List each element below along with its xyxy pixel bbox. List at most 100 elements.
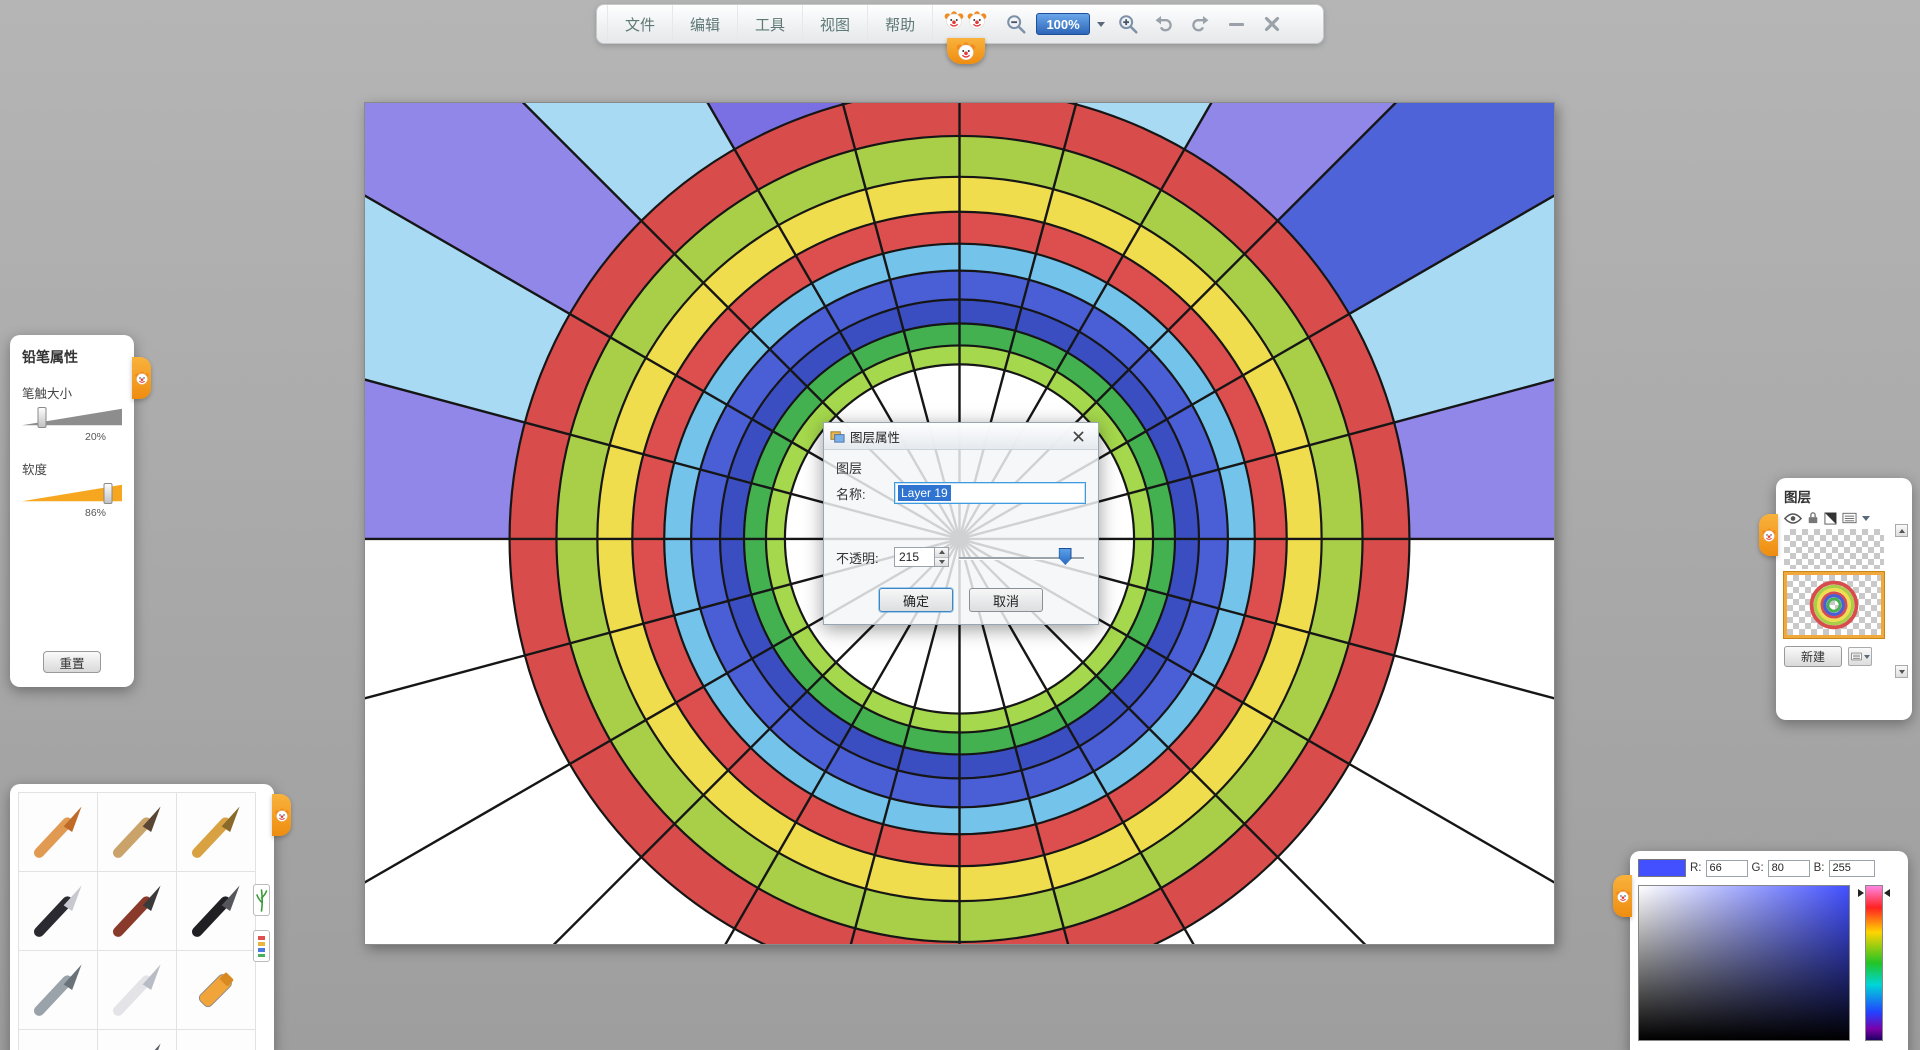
clown-icon xyxy=(966,9,988,31)
softness-value: 86% xyxy=(22,507,122,519)
tool-grid xyxy=(18,792,256,1050)
layer-item-selected[interactable] xyxy=(1784,572,1884,638)
menu-view[interactable]: 视图 xyxy=(803,5,868,43)
hue-slider[interactable] xyxy=(1859,885,1889,1041)
tool-palette-knife[interactable] xyxy=(98,951,176,1029)
tool-crayon[interactable] xyxy=(19,793,97,871)
zoom-in-button[interactable] xyxy=(1115,11,1141,37)
multi-color-marks-icon xyxy=(255,933,268,959)
hue-bar[interactable] xyxy=(1865,885,1883,1041)
brush-size-label: 笔触大小 xyxy=(22,383,122,402)
clown-icon xyxy=(943,9,965,31)
layer-list-menu-icon[interactable] xyxy=(1842,512,1857,524)
new-layer-button[interactable]: 新建 xyxy=(1784,646,1842,667)
undo-icon xyxy=(1153,13,1175,35)
palette-extra-tool-1[interactable] xyxy=(253,884,270,916)
opacity-input[interactable]: 215 xyxy=(894,547,934,567)
magnifier-plus-icon xyxy=(1117,13,1139,35)
red-input[interactable]: 66 xyxy=(1706,860,1748,877)
blue-label: B: xyxy=(1814,862,1825,874)
dialog-titlebar[interactable]: 图层属性 xyxy=(824,423,1098,450)
ok-button[interactable]: 确定 xyxy=(879,588,953,612)
current-color-swatch[interactable] xyxy=(1638,859,1686,877)
redo-button[interactable] xyxy=(1187,11,1213,37)
zoom-dropdown-caret[interactable] xyxy=(1097,22,1105,27)
tool-spear-brush[interactable] xyxy=(98,1030,176,1050)
layers-panel-tab[interactable] xyxy=(1759,514,1778,556)
app-logo xyxy=(943,5,988,43)
layer-name-input[interactable]: Layer 19 xyxy=(894,482,1086,504)
layers-panel-title: 图层 xyxy=(1784,486,1904,506)
opacity-slider-handle[interactable] xyxy=(1059,548,1072,565)
reset-button[interactable]: 重置 xyxy=(43,651,101,673)
pencil-panel-tab[interactable] xyxy=(132,357,151,399)
zoom-out-button[interactable] xyxy=(1003,11,1029,37)
brush-size-slider[interactable] xyxy=(22,408,122,428)
brush-size-slider-handle[interactable] xyxy=(38,407,47,428)
list-icon xyxy=(1851,652,1862,661)
green-input[interactable]: 80 xyxy=(1768,860,1810,877)
tool-pencil[interactable] xyxy=(98,793,176,871)
pencil-panel-title: 铅笔属性 xyxy=(22,347,122,367)
scroll-down-button[interactable] xyxy=(1895,665,1908,678)
close-icon xyxy=(1073,431,1084,442)
tool-paint-tube[interactable] xyxy=(19,1030,97,1050)
clown-icon xyxy=(955,40,977,62)
blue-input[interactable]: 255 xyxy=(1829,860,1875,877)
layers-panel: 图层 新建 xyxy=(1776,478,1912,720)
tool-paint-roller[interactable] xyxy=(177,951,255,1029)
tool-paint-brush[interactable] xyxy=(98,872,176,950)
opacity-slider[interactable] xyxy=(957,546,1086,568)
palette-strip xyxy=(253,884,270,962)
opacity-spinner[interactable] xyxy=(934,547,949,567)
tool-ink-brush[interactable] xyxy=(177,872,255,950)
tool-marker-crayon[interactable] xyxy=(177,793,255,871)
layer-lock-icon[interactable] xyxy=(1807,511,1819,525)
redo-icon xyxy=(1189,13,1211,35)
layer-properties-dialog: 图层属性 图层 名称: Layer 19 不透明: 215 xyxy=(823,422,1099,625)
clown-pendant-tab[interactable] xyxy=(947,38,985,64)
saturation-value-picker[interactable] xyxy=(1638,885,1850,1041)
palette-tab[interactable] xyxy=(272,794,291,836)
layer-name-value: Layer 19 xyxy=(898,485,951,501)
top-toolbar: 文件 编辑 工具 视图 帮助 100% xyxy=(596,4,1324,44)
scroll-up-button[interactable] xyxy=(1895,524,1908,537)
clown-icon xyxy=(1761,527,1777,543)
layers-dialog-icon xyxy=(830,429,845,444)
menu-help[interactable]: 帮助 xyxy=(868,5,933,43)
softness-slider-handle[interactable] xyxy=(104,483,113,504)
cancel-button[interactable]: 取消 xyxy=(969,588,1043,612)
hue-marker-right xyxy=(1884,889,1890,897)
tool-fountain-pen[interactable] xyxy=(19,872,97,950)
minimize-button[interactable] xyxy=(1223,11,1249,37)
layer-menu-caret[interactable] xyxy=(1862,516,1870,521)
layer-list-scrollbar[interactable] xyxy=(1895,524,1908,678)
layer-visibility-icon[interactable] xyxy=(1784,512,1802,525)
color-panel-tab[interactable] xyxy=(1613,875,1632,917)
menu-tools[interactable]: 工具 xyxy=(738,5,803,43)
zoom-level[interactable]: 100% xyxy=(1036,13,1090,35)
close-button[interactable] xyxy=(1259,11,1285,37)
layer-blend-icon[interactable] xyxy=(1824,512,1837,525)
palette-extra-tool-2[interactable] xyxy=(253,930,270,962)
layer-list xyxy=(1784,529,1890,638)
red-label: R: xyxy=(1690,862,1702,874)
options-caret xyxy=(1864,655,1870,659)
undo-button[interactable] xyxy=(1151,11,1177,37)
clown-icon xyxy=(134,370,150,386)
clown-icon xyxy=(1615,888,1631,904)
softness-slider[interactable] xyxy=(22,484,122,504)
layer-thumbnail-art xyxy=(1806,577,1862,633)
spinner-down-icon[interactable] xyxy=(935,558,948,567)
spinner-up-icon[interactable] xyxy=(935,548,948,558)
dialog-close-button[interactable] xyxy=(1064,427,1092,446)
tool-eraser[interactable] xyxy=(177,1030,255,1050)
layer-options-button[interactable] xyxy=(1848,647,1872,666)
close-icon xyxy=(1261,13,1283,35)
opacity-label: 不透明: xyxy=(836,548,894,567)
layer-item-empty[interactable] xyxy=(1784,529,1884,569)
menu-file[interactable]: 文件 xyxy=(607,5,673,43)
menu-edit[interactable]: 编辑 xyxy=(673,5,738,43)
dialog-section-label: 图层 xyxy=(836,458,1086,477)
tool-airbrush[interactable] xyxy=(19,951,97,1029)
